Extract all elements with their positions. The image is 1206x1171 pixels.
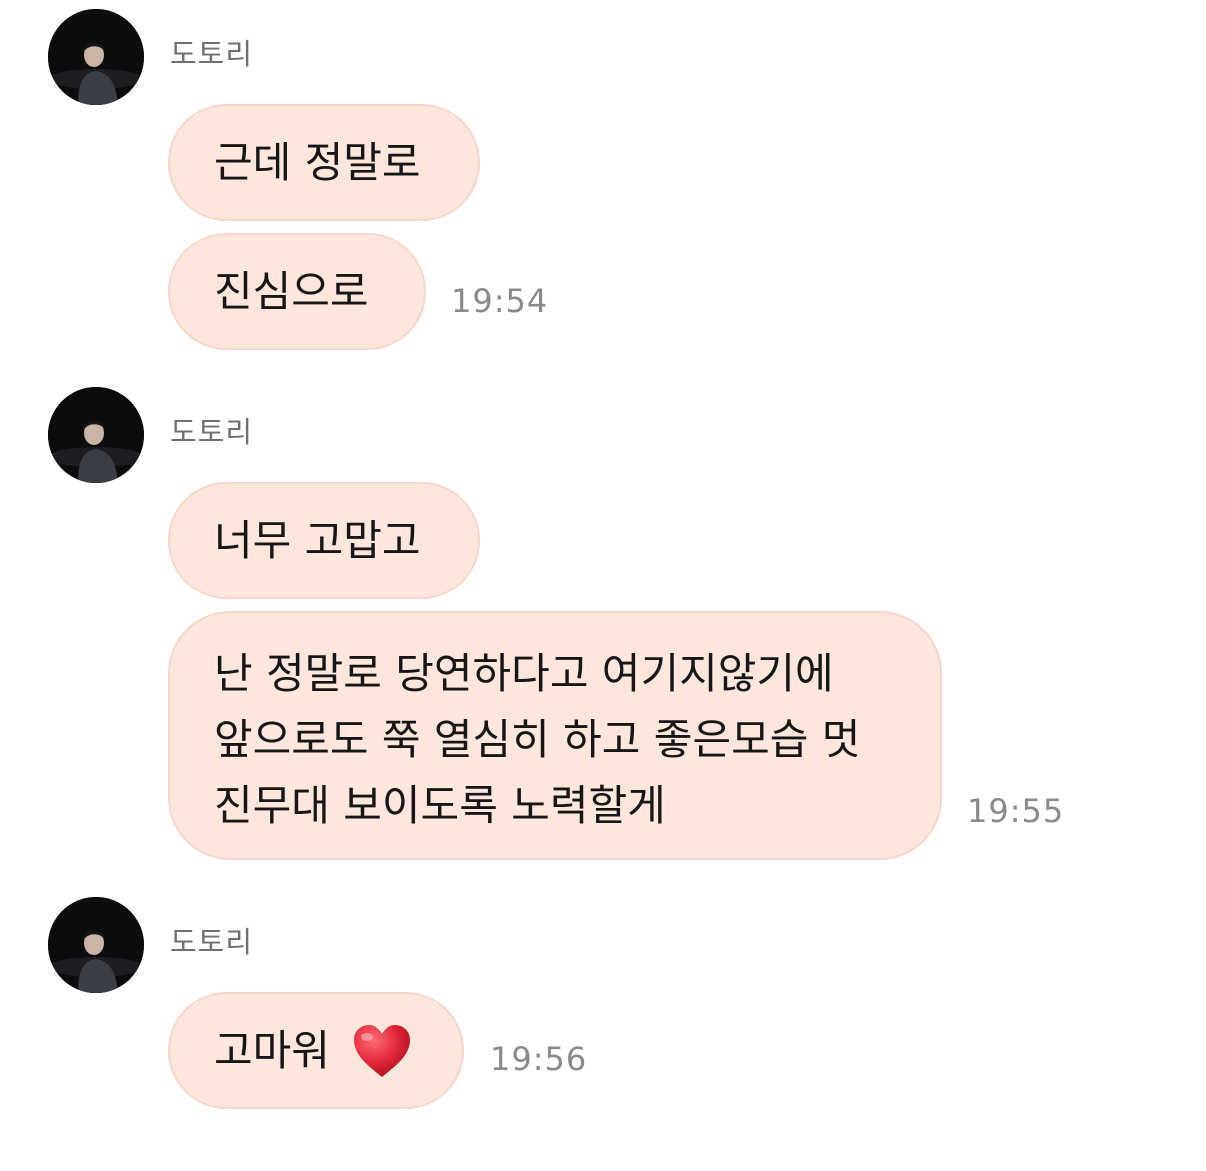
- message-bubble[interactable]: 난 정말로 당연하다고 여기지않기에 앞으로도 쭉 열심히 하고 좋은모습 멋 …: [168, 611, 942, 860]
- message-timestamp: 19:56: [490, 1040, 588, 1078]
- sender-avatar[interactable]: [48, 9, 144, 105]
- person-photo: [48, 9, 144, 105]
- message-text-line: 앞으로도 쭉 열심히 하고 좋은모습 멋: [214, 715, 861, 764]
- sender-name: 도토리: [170, 925, 254, 959]
- sender-avatar[interactable]: [48, 897, 144, 993]
- message-bubble[interactable]: 진심으로: [168, 233, 426, 350]
- person-photo: [48, 387, 144, 483]
- message-bubble[interactable]: 너무 고맙고: [168, 482, 480, 599]
- sender-avatar[interactable]: [48, 387, 144, 483]
- message-text: 고마워: [214, 1025, 330, 1075]
- sender-name: 도토리: [170, 415, 254, 449]
- message-bubble[interactable]: 고마워: [168, 992, 464, 1109]
- message-timestamp: 19:54: [451, 282, 549, 320]
- message-bubble[interactable]: 근데 정말로: [168, 104, 480, 221]
- message-text: 진심으로: [214, 266, 369, 316]
- message-timestamp: 19:55: [967, 792, 1065, 830]
- message-text: 근데 정말로: [214, 137, 421, 187]
- sender-name: 도토리: [170, 37, 254, 71]
- person-photo: [48, 897, 144, 993]
- message-text: 너무 고맙고: [214, 515, 421, 565]
- message-text-line: 난 정말로 당연하다고 여기지않기에: [214, 649, 834, 698]
- heart-emoji-icon: [353, 1024, 410, 1077]
- message-text-line: 진무대 보이도록 노력할게: [214, 781, 666, 830]
